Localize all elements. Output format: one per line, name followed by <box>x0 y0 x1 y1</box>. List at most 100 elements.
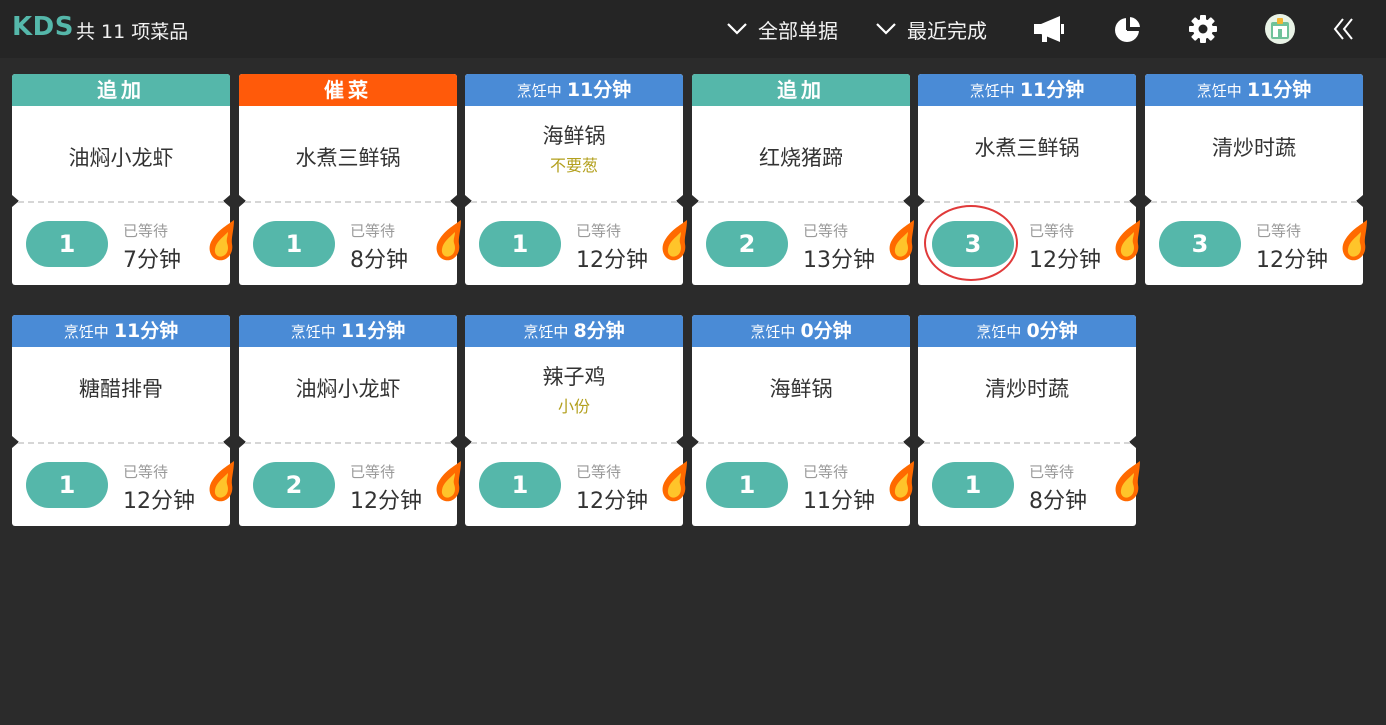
order-card[interactable]: 烹饪中 11分钟海鲜锅不要葱 1 已等待 12分钟 <box>465 74 687 285</box>
dish-name: 糖醋排骨 <box>79 377 163 401</box>
quantity-badge[interactable]: 1 <box>479 462 561 508</box>
dish-name: 海鲜锅 <box>542 124 606 148</box>
quantity-badge[interactable]: 3 <box>1159 221 1241 267</box>
flame-icon <box>1342 220 1367 261</box>
filter-recent-completed-dropdown[interactable]: 最近完成 <box>875 14 987 44</box>
quantity-badge[interactable]: 1 <box>479 221 561 267</box>
filter-all-orders-label: 全部单据 <box>758 18 838 43</box>
order-card[interactable]: 烹饪中 0分钟 清炒时蔬 1 已等待 8分钟 <box>918 315 1140 526</box>
wait-label: 已等待 <box>1256 222 1302 240</box>
ticket-notch <box>450 436 457 448</box>
ticket-divider <box>245 442 451 444</box>
ticket-notch <box>450 195 457 207</box>
flame-icon <box>662 220 687 261</box>
wait-label: 已等待 <box>803 463 849 481</box>
ticket-notch <box>1129 195 1136 207</box>
order-card[interactable]: 烹饪中 11分钟 糖醋排骨 1 已等待 12分钟 <box>12 315 234 526</box>
statistics-button[interactable] <box>1110 12 1146 46</box>
avatar-icon <box>1265 14 1295 44</box>
wait-label: 已等待 <box>576 222 622 240</box>
quantity-badge[interactable]: 2 <box>706 221 788 267</box>
ticket-notch <box>1356 195 1363 207</box>
dish-note: 不要葱 <box>549 156 598 175</box>
dish-name: 清炒时蔬 <box>1212 136 1296 160</box>
settings-button[interactable] <box>1185 12 1221 46</box>
wait-time: 12分钟 <box>1256 248 1328 273</box>
order-card[interactable]: 烹饪中 0分钟海鲜锅 1 已等待 11分钟 <box>692 315 914 526</box>
order-card[interactable]: 追加 红烧猪蹄 2 已等待 13分钟 <box>692 74 914 285</box>
order-card[interactable]: 烹饪中 8分钟 辣子鸡 小份 1 已等待 12分钟 <box>465 315 687 526</box>
quantity-badge[interactable]: 1 <box>253 221 335 267</box>
cooking-prefix: 烹饪中 <box>523 323 569 341</box>
ticket-divider <box>245 201 451 203</box>
order-card[interactable]: 烹饪中 11分钟 水煮三鲜锅 3 已等待 12分钟 <box>918 74 1140 285</box>
wait-time: 12分钟 <box>576 489 648 514</box>
wait-time: 12分钟 <box>576 248 648 273</box>
cooking-duration: 0分钟 <box>800 320 852 342</box>
wait-time: 11分钟 <box>803 489 875 514</box>
status-label: 追加 <box>777 78 825 102</box>
card-status-header: 追加 <box>12 74 230 106</box>
quantity-badge[interactable]: 1 <box>26 462 108 508</box>
flame-icon <box>889 461 914 502</box>
cooking-prefix: 烹饪中 <box>290 323 336 341</box>
order-card[interactable]: 催菜 水煮三鲜锅 1 已等待 8分钟 <box>239 74 461 285</box>
wait-time: 12分钟 <box>350 489 422 514</box>
ticket-notch <box>676 436 683 448</box>
wait-time: 13分钟 <box>803 248 875 273</box>
wait-label: 已等待 <box>803 222 849 240</box>
ticket-notch <box>223 195 230 207</box>
quantity-badge[interactable]: 2 <box>253 462 335 508</box>
ticket-divider <box>471 201 677 203</box>
card-status-header: 烹饪中 11分钟 <box>1145 74 1363 106</box>
quantity-badge[interactable]: 1 <box>26 221 108 267</box>
dish-name: 油焖小龙虾 <box>295 377 401 401</box>
wait-label: 已等待 <box>350 463 396 481</box>
flame-icon <box>436 220 461 261</box>
ticket-divider <box>698 201 904 203</box>
card-status-header: 烹饪中 8分钟 <box>465 315 683 347</box>
wait-label: 已等待 <box>1029 463 1075 481</box>
filter-all-orders-dropdown[interactable]: 全部单据 <box>726 14 838 44</box>
dish-name: 辣子鸡 <box>542 365 606 389</box>
card-status-header: 烹饪中 0分钟 <box>692 315 910 347</box>
gear-icon <box>1189 15 1217 43</box>
ticket-divider <box>1151 201 1357 203</box>
quantity-badge[interactable]: 1 <box>706 462 788 508</box>
wait-label: 已等待 <box>350 222 396 240</box>
cooking-duration: 11分钟 <box>566 79 632 101</box>
cooking-prefix: 烹饪中 <box>63 323 109 341</box>
user-avatar-button[interactable] <box>1262 12 1298 46</box>
order-card[interactable]: 追加 油焖小龙虾 1 已等待 7分钟 <box>12 74 234 285</box>
dish-name: 水煮三鲜锅 <box>295 146 401 170</box>
flame-icon <box>209 220 234 261</box>
cooking-duration: 11分钟 <box>340 320 406 342</box>
dish-name: 海鲜锅 <box>769 377 833 401</box>
ticket-notch <box>1129 436 1136 448</box>
flame-icon <box>662 461 687 502</box>
cooking-duration: 8分钟 <box>573 320 625 342</box>
pie-chart-icon <box>1115 14 1143 42</box>
ticket-divider <box>471 442 677 444</box>
order-card[interactable]: 烹饪中 11分钟油焖小龙虾 2 已等待 12分钟 <box>239 315 461 526</box>
announce-button[interactable] <box>1032 12 1068 46</box>
card-status-header: 催菜 <box>239 74 457 106</box>
status-label: 追加 <box>97 78 145 102</box>
quantity-badge[interactable]: 1 <box>932 462 1014 508</box>
quantity-badge[interactable]: 3 <box>932 221 1014 267</box>
card-status-header: 烹饪中 11分钟 <box>918 74 1136 106</box>
order-card[interactable]: 烹饪中 11分钟清炒时蔬 3 已等待 12分钟 <box>1145 74 1367 285</box>
cooking-prefix: 烹饪中 <box>969 82 1015 100</box>
app-logo: KDS <box>12 12 74 42</box>
filter-recent-completed-label: 最近完成 <box>907 18 987 43</box>
card-status-header: 烹饪中 11分钟 <box>465 74 683 106</box>
collapse-panel-button[interactable] <box>1326 12 1362 46</box>
wait-label: 已等待 <box>123 463 169 481</box>
cooking-prefix: 烹饪中 <box>1196 82 1242 100</box>
wait-time: 8分钟 <box>1029 489 1087 514</box>
status-label: 催菜 <box>324 78 372 102</box>
wait-time: 12分钟 <box>123 489 195 514</box>
ticket-divider <box>18 442 224 444</box>
megaphone-icon <box>1034 16 1064 42</box>
flame-icon <box>1115 220 1140 261</box>
